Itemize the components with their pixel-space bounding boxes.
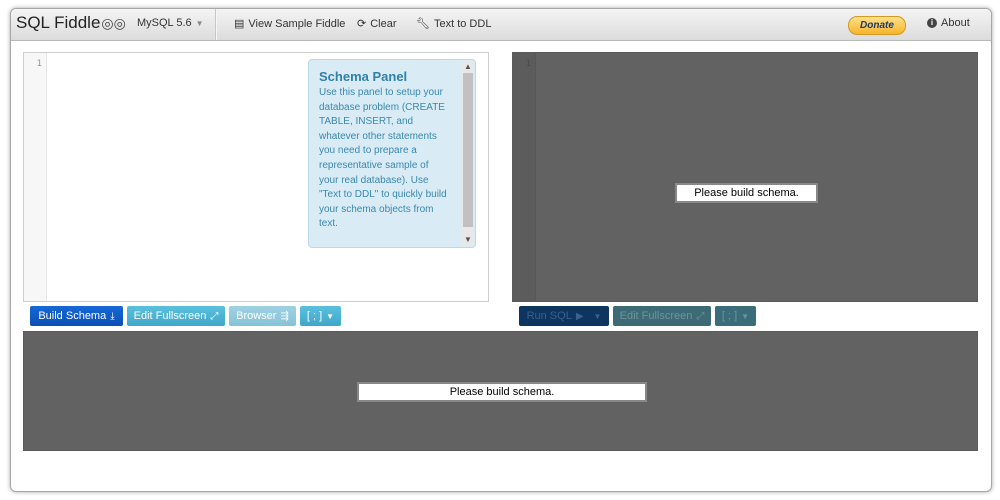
donate-button[interactable]: Donate bbox=[848, 16, 906, 35]
schema-editor[interactable]: 1 Schema Panel Use this panel to setup y… bbox=[23, 52, 489, 302]
db-selector-label: MySQL 5.6 bbox=[137, 17, 192, 29]
help-scrollbar[interactable]: ▲ ▼ bbox=[462, 61, 474, 246]
nav-divider bbox=[215, 9, 217, 40]
view-sample-label: View Sample Fiddle bbox=[248, 18, 346, 30]
schema-gutter: 1 bbox=[24, 53, 47, 301]
about-label: About bbox=[941, 17, 970, 29]
schema-help-text: Use this panel to setup your database pr… bbox=[319, 87, 447, 230]
app-window: SQL Fiddle◎◎ MySQL 5.6 ▼ ▤ View Sample Fid… bbox=[10, 8, 992, 492]
clear-label: Clear bbox=[370, 18, 397, 30]
scroll-up-icon[interactable]: ▲ bbox=[462, 61, 474, 73]
caret-down-icon: ▼ bbox=[593, 312, 602, 321]
list-icon: ▤ bbox=[234, 18, 245, 30]
clear-link[interactable]: ⟳ Clear bbox=[357, 17, 397, 30]
text-to-ddl-link[interactable]: 🔧︎ Text to DDL bbox=[416, 17, 491, 30]
build-schema-button[interactable]: Build Schema ⤓ bbox=[30, 306, 123, 326]
query-line-number: 1 bbox=[525, 59, 531, 69]
results-panel: Please build schema. bbox=[23, 331, 978, 451]
db-selector[interactable]: MySQL 5.6 ▼ bbox=[137, 17, 204, 29]
terminator-label: [ ; ] bbox=[306, 310, 323, 322]
scrollbar-thumb[interactable] bbox=[463, 73, 473, 227]
refresh-icon: ⟳ bbox=[357, 18, 367, 30]
top-navbar: SQL Fiddle◎◎ MySQL 5.6 ▼ ▤ View Sample Fid… bbox=[11, 9, 991, 41]
scroll-down-icon[interactable]: ▼ bbox=[462, 234, 474, 246]
schema-line-number: 1 bbox=[36, 59, 42, 69]
query-terminator-dropdown[interactable]: [ ; ] ▼ bbox=[715, 306, 756, 326]
download-icon: ⤓ bbox=[110, 311, 115, 322]
edit-fullscreen-label: Edit Fullscreen bbox=[133, 310, 207, 322]
about-link[interactable]: i About bbox=[927, 17, 970, 29]
brand[interactable]: SQL Fiddle◎◎ bbox=[16, 13, 126, 33]
browser-icon: ⇶ bbox=[280, 311, 289, 322]
expand-icon: ⤢ bbox=[210, 311, 219, 322]
info-icon: i bbox=[927, 18, 937, 28]
caret-down-icon: ▼ bbox=[741, 312, 750, 321]
query-status-message: Please build schema. bbox=[675, 183, 818, 203]
query-terminator-label: [ ; ] bbox=[721, 310, 738, 322]
caret-down-icon: ▼ bbox=[326, 312, 335, 321]
schema-help-title: Schema Panel bbox=[319, 69, 408, 84]
build-schema-label: Build Schema bbox=[38, 310, 107, 322]
run-sql-button[interactable]: Run SQL ▶ ▼ bbox=[519, 306, 609, 326]
play-icon: ▶ bbox=[575, 311, 584, 322]
wrench-icon: 🔧︎ bbox=[416, 18, 430, 30]
schema-help-panel: Schema Panel Use this panel to setup you… bbox=[308, 59, 476, 248]
results-status-message: Please build schema. bbox=[357, 382, 647, 402]
caret-down-icon: ▼ bbox=[195, 19, 204, 28]
query-gutter: 1 bbox=[513, 53, 536, 301]
query-editor[interactable]: 1 Please build schema. bbox=[512, 52, 978, 302]
query-edit-fullscreen-label: Edit Fullscreen bbox=[619, 310, 693, 322]
text-to-ddl-label: Text to DDL bbox=[433, 18, 492, 30]
brand-text: SQL Fiddle bbox=[16, 13, 101, 32]
query-edit-fullscreen-button[interactable]: Edit Fullscreen ⤢ bbox=[613, 306, 711, 326]
browser-button[interactable]: Browser ⇶ bbox=[229, 306, 296, 326]
view-sample-fiddle-link[interactable]: ▤ View Sample Fiddle bbox=[234, 17, 345, 30]
expand-icon: ⤢ bbox=[696, 311, 705, 322]
logo-icon: ◎◎ bbox=[101, 15, 126, 31]
edit-fullscreen-button[interactable]: Edit Fullscreen ⤢ bbox=[127, 306, 225, 326]
browser-label: Browser bbox=[236, 310, 277, 322]
run-sql-label: Run SQL bbox=[526, 310, 572, 322]
statement-terminator-dropdown[interactable]: [ ; ] ▼ bbox=[300, 306, 341, 326]
